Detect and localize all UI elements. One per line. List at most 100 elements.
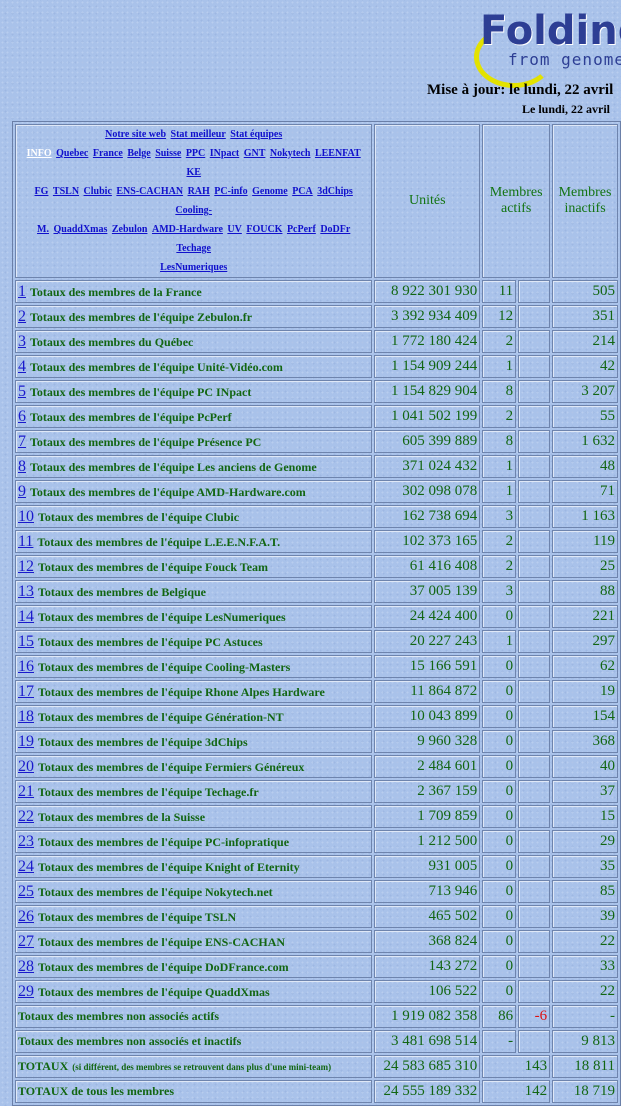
team-rank-link[interactable]: 14: [18, 608, 34, 625]
nav-link[interactable]: Genome: [252, 186, 288, 197]
team-rank-link[interactable]: 24: [18, 858, 34, 875]
team-rank-link[interactable]: 11: [18, 533, 33, 550]
nav-link[interactable]: DoDFr: [320, 224, 350, 235]
team-name: Totaux des membres de l'équipe Fouck Tea…: [38, 559, 269, 574]
team-rank-link[interactable]: 15: [18, 633, 34, 650]
active-delta-value: [518, 380, 551, 403]
team-rank-link[interactable]: 13: [18, 583, 34, 600]
team-rank-link[interactable]: 18: [18, 708, 34, 725]
team-cell: 5 Totaux des membres de l'équipe PC INpac…: [15, 380, 373, 403]
team-rank-link[interactable]: 25: [18, 883, 34, 900]
team-rank-link[interactable]: 23: [18, 833, 34, 850]
inactive-members-value: 22: [552, 980, 618, 1003]
nav-link[interactable]: RAH: [188, 186, 210, 197]
team-rank-link[interactable]: 8: [18, 458, 26, 475]
nav-link[interactable]: Stat meilleur: [171, 129, 226, 140]
nav-link[interactable]: UV: [227, 224, 241, 235]
table-row: 9 Totaux des membres de l'équipe AMD-Hard…: [15, 480, 618, 503]
nav-link[interactable]: PCA: [292, 186, 313, 197]
team-rank-link[interactable]: 10: [18, 508, 34, 525]
units-value: 102 373 165: [374, 530, 481, 553]
active-delta-value: [518, 480, 551, 503]
nav-link[interactable]: PC-info: [214, 186, 247, 197]
team-cell: 28 Totaux des membres de l'équipe DoDFran…: [15, 955, 373, 978]
nav-link[interactable]: GNT: [244, 148, 266, 159]
nav-link[interactable]: Belge: [127, 148, 150, 159]
team-rank-link[interactable]: 22: [18, 808, 34, 825]
update-date: Mise à jour: le lundi, 22 avril: [427, 82, 614, 98]
inactive-members-value: 55: [552, 405, 618, 428]
team-rank-link[interactable]: 28: [18, 958, 34, 975]
team-rank-link[interactable]: 21: [18, 783, 34, 800]
team-name: Totaux des membres de l'équipe Cooling-M…: [38, 659, 291, 674]
inactive-members-value: 15: [552, 805, 618, 828]
nav-link[interactable]: M.: [37, 224, 49, 235]
team-name: Totaux des membres de l'équipe Unité-Vid…: [30, 359, 283, 374]
inactive-members-value: 22: [552, 930, 618, 953]
nav-link[interactable]: Quebec: [56, 148, 88, 159]
active-delta-value: [518, 955, 551, 978]
nav-link[interactable]: PPC: [186, 148, 205, 159]
active-members-value: 11: [482, 280, 517, 303]
team-name: Totaux des membres de la Suisse: [38, 809, 206, 824]
nav-link[interactable]: PcPerf: [287, 224, 316, 235]
nav-link[interactable]: Suisse: [155, 148, 181, 159]
team-rank-link[interactable]: 6: [18, 408, 26, 425]
active-delta-value: [518, 880, 551, 903]
nav-link[interactable]: Notre site web: [105, 129, 166, 140]
active-members-value: 0: [482, 855, 517, 878]
inactive-members-value: -: [552, 1005, 618, 1028]
team-rank-link[interactable]: 9: [18, 483, 26, 500]
team-name: Totaux des membres de l'équipe DoDFrance…: [38, 959, 289, 974]
nav-link[interactable]: France: [93, 148, 123, 159]
totals-row: Totaux des membres non associés actifs 1 …: [15, 1005, 618, 1028]
team-rank-link[interactable]: 29: [18, 983, 34, 1000]
nav-link[interactable]: Zebulon: [112, 224, 148, 235]
team-name: Totaux des membres de l'équipe QuaddXmas: [38, 984, 270, 999]
inactive-members-value: 119: [552, 530, 618, 553]
nav-link[interactable]: Stat équipes: [230, 129, 282, 140]
nav-link[interactable]: Nokytech: [270, 148, 311, 159]
navigation-links: Notre site web Stat meilleur Stat équipe…: [15, 124, 373, 278]
team-rank-link[interactable]: 4: [18, 358, 26, 375]
nav-link[interactable]: QuaddXmas: [53, 224, 107, 235]
units-value: 11 864 872: [374, 680, 481, 703]
units-value: 931 005: [374, 855, 481, 878]
team-rank-link[interactable]: 3: [18, 333, 26, 350]
team-cell: 1 Totaux des membres de la France: [15, 280, 373, 303]
team-name: Totaux des membres du Québec: [30, 334, 194, 349]
active-members-value: 0: [482, 655, 517, 678]
active-members-value: 3: [482, 580, 517, 603]
nav-link[interactable]: FOUCK: [246, 224, 282, 235]
nav-link[interactable]: Clubic: [84, 186, 112, 197]
totals-label-cell: TOTAUX de tous les membres: [15, 1080, 373, 1103]
team-cell: 17 Totaux des membres de l'équipe Rhone A…: [15, 680, 373, 703]
team-rank-link[interactable]: 7: [18, 433, 26, 450]
team-rank-link[interactable]: 26: [18, 908, 34, 925]
team-rank-link[interactable]: 2: [18, 308, 26, 325]
team-rank-link[interactable]: 16: [18, 658, 34, 675]
inactive-members-value: 48: [552, 455, 618, 478]
team-rank-link[interactable]: 27: [18, 933, 34, 950]
nav-link[interactable]: LEENFAT: [315, 148, 361, 159]
nav-link[interactable]: AMD-Hardware: [152, 224, 223, 235]
nav-link[interactable]: KE: [186, 167, 200, 178]
nav-link[interactable]: 3dChips: [317, 186, 353, 197]
units-value: 1 154 909 244: [374, 355, 481, 378]
inactive-members-value: 37: [552, 780, 618, 803]
team-rank-link[interactable]: 5: [18, 383, 26, 400]
team-rank-link[interactable]: 1: [18, 283, 26, 300]
team-rank-link[interactable]: 12: [18, 558, 34, 575]
inactive-members-value: 368: [552, 730, 618, 753]
team-rank-link[interactable]: 19: [18, 733, 34, 750]
nav-link[interactable]: LesNumeriques: [160, 262, 227, 273]
nav-link[interactable]: Techage: [176, 243, 211, 254]
nav-link[interactable]: TSLN: [53, 186, 79, 197]
nav-link[interactable]: INpact: [210, 148, 239, 159]
nav-link[interactable]: Cooling-: [175, 205, 212, 216]
team-rank-link[interactable]: 20: [18, 758, 34, 775]
team-rank-link[interactable]: 17: [18, 683, 34, 700]
nav-link[interactable]: ENS-CACHAN: [116, 186, 183, 197]
nav-link[interactable]: FG: [35, 186, 49, 197]
nav-link[interactable]: INFO: [27, 148, 52, 159]
